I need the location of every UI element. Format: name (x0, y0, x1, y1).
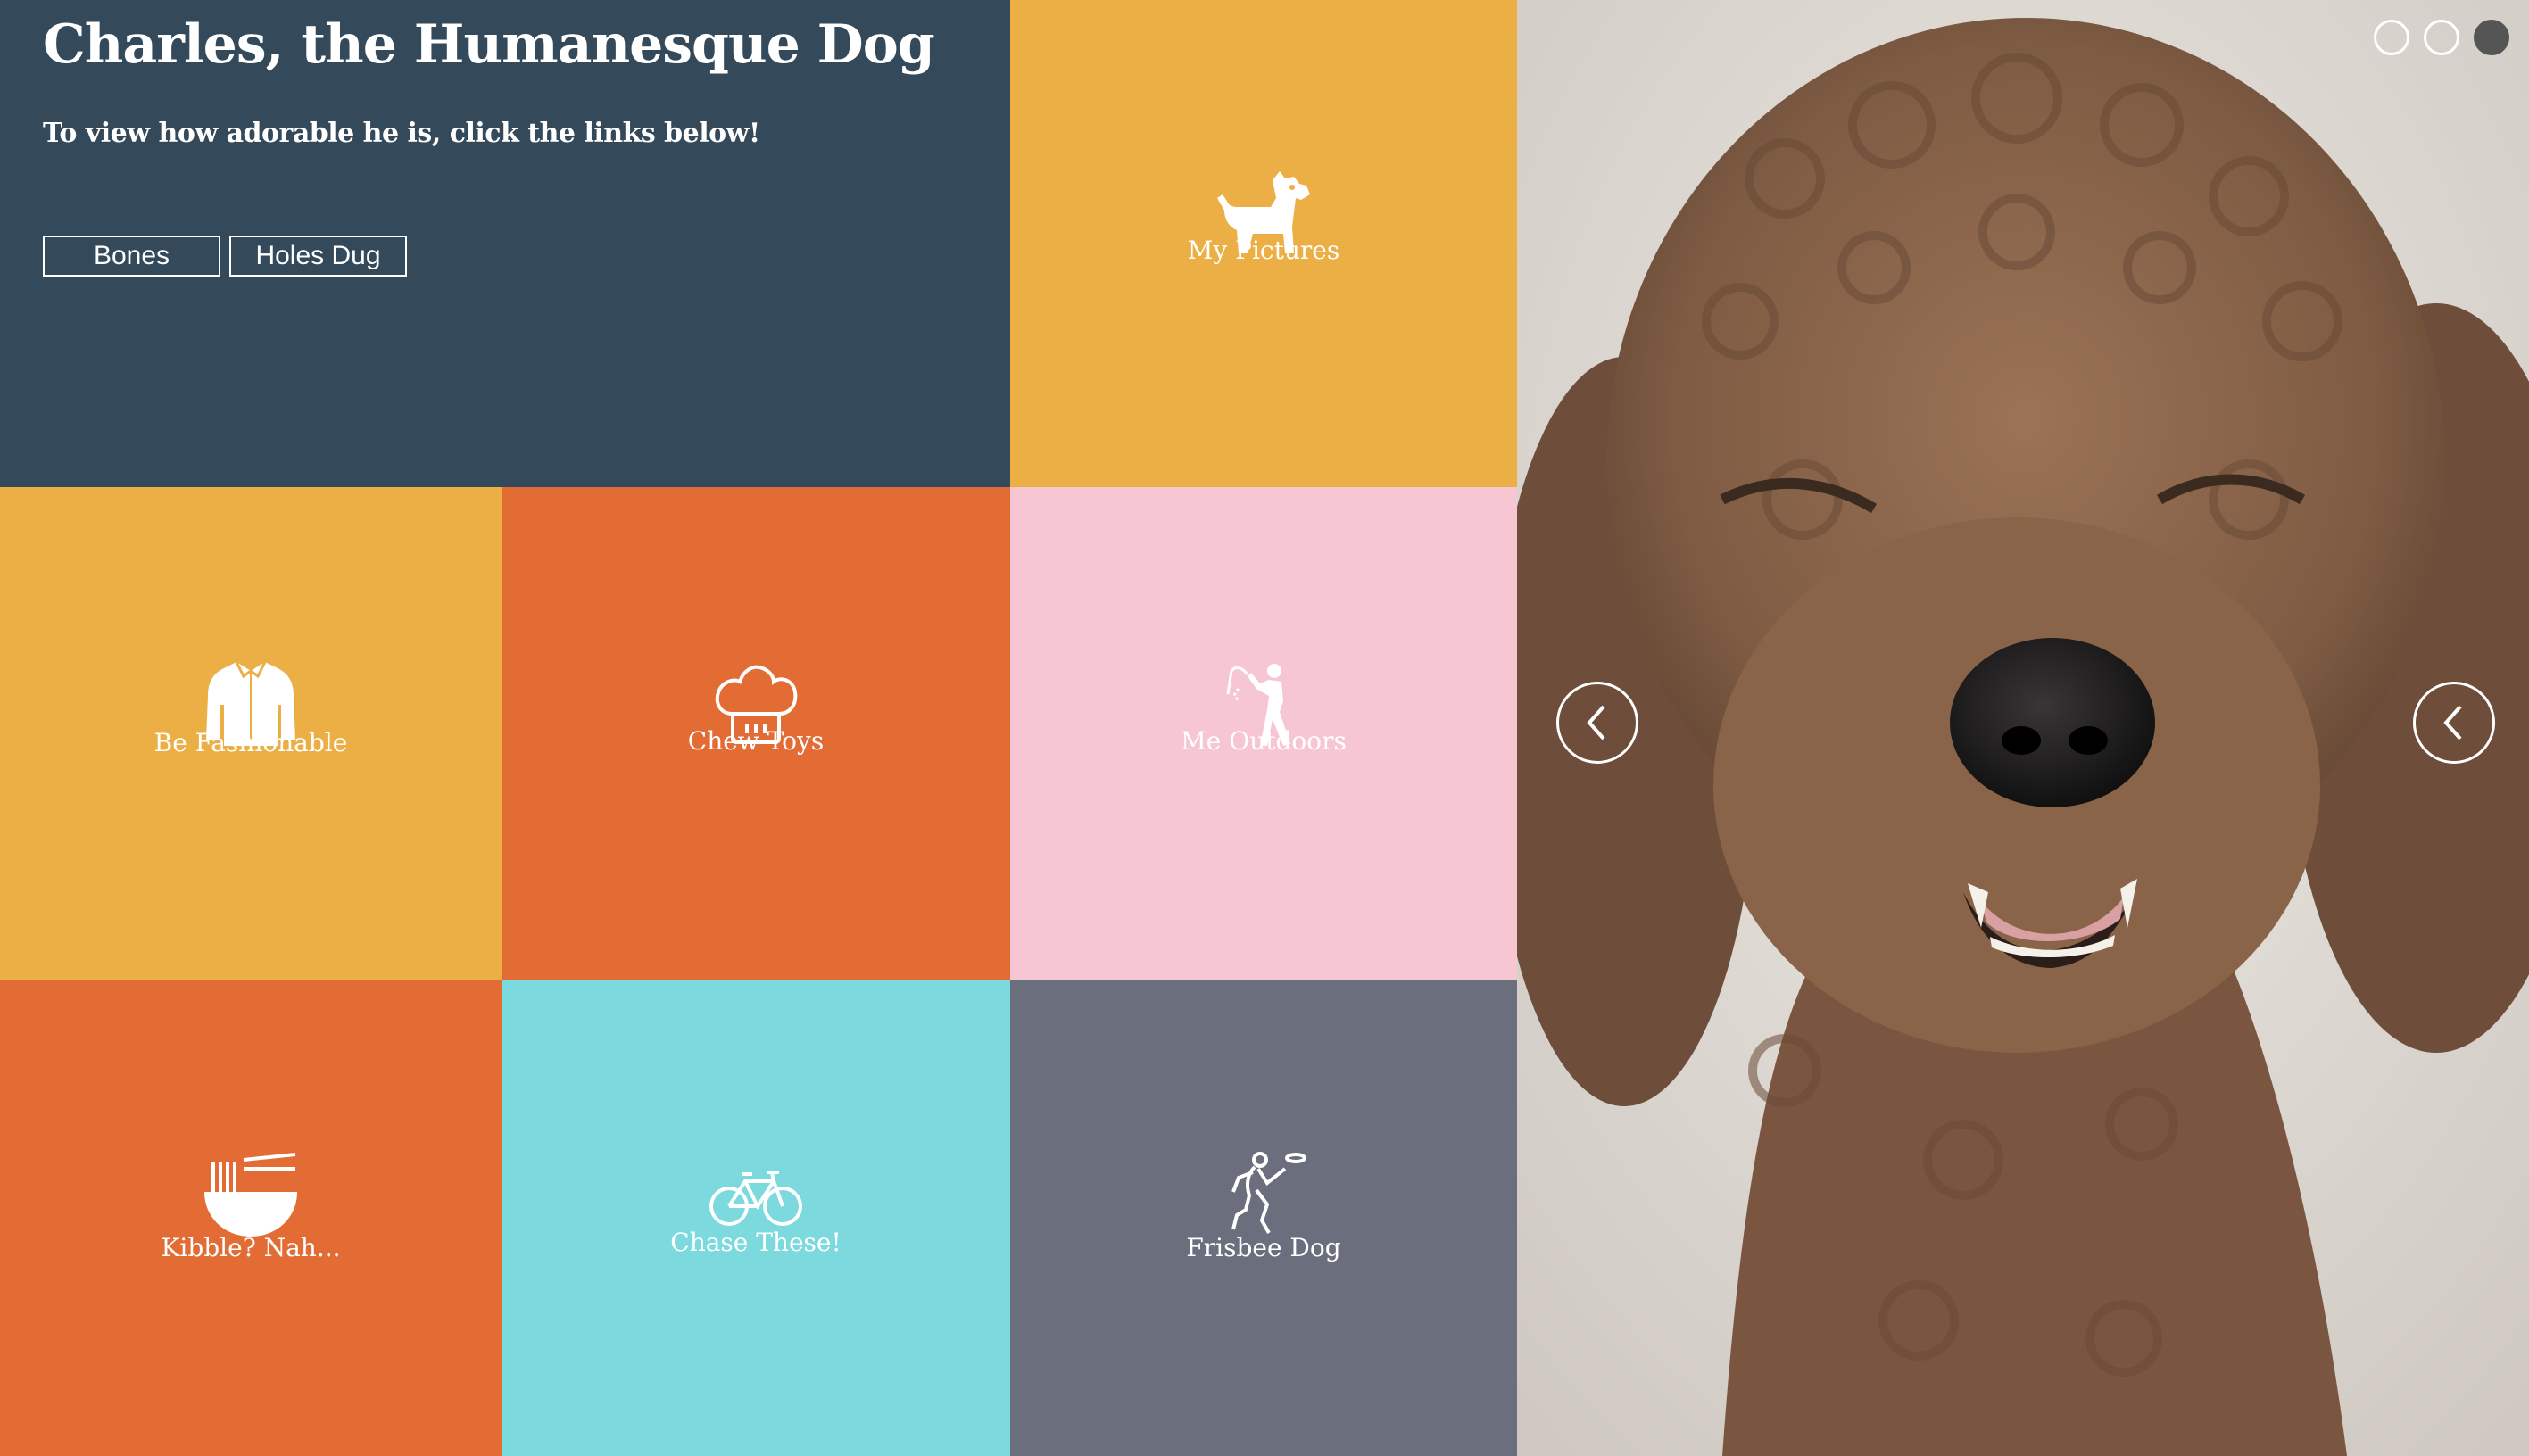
tile-chew-toys[interactable]: Chew Toys (502, 487, 1010, 980)
chevron-left-icon (2443, 705, 2462, 740)
poodle-photo (1517, 0, 2529, 1456)
holes-dug-button[interactable]: Holes Dug (229, 236, 407, 277)
page-title: Charles, the Humanesque Dog (43, 13, 935, 76)
bicycle-icon (709, 1171, 802, 1226)
chevron-left-icon (1587, 705, 1605, 740)
carousel-prev-button[interactable] (1556, 682, 1638, 764)
tile-frisbee-dog[interactable]: Frisbee Dog (1010, 980, 1517, 1456)
tile-my-pictures[interactable]: My Pictures (1010, 0, 1517, 487)
tile-label: Be Fashionable (153, 728, 348, 757)
carousel-dot-3[interactable] (2474, 20, 2509, 55)
carousel-dot-2[interactable] (2424, 20, 2459, 55)
tile-be-fashionable[interactable]: Be Fashionable (0, 487, 502, 980)
tile-label: Chew Toys (687, 726, 825, 756)
noodle-bowl-icon (204, 1153, 297, 1237)
bones-button[interactable]: Bones (43, 236, 220, 277)
carousel-next-button[interactable] (2413, 682, 2495, 764)
carousel-dot-1[interactable] (2374, 20, 2409, 55)
tile-chase-these[interactable]: Chase These! (502, 980, 1010, 1456)
page-subtitle: To view how adorable he is, click the li… (43, 118, 760, 149)
tile-me-outdoors[interactable]: Me Outdoors (1010, 487, 1517, 980)
tile-label: My Pictures (1187, 236, 1340, 265)
tile-label: Kibble? Nah... (161, 1233, 341, 1262)
header-panel: Charles, the Humanesque Dog To view how … (0, 0, 1010, 487)
tile-label: Me Outdoors (1181, 726, 1347, 756)
tile-kibble[interactable]: Kibble? Nah... (0, 980, 502, 1456)
tile-label: Chase These! (670, 1228, 842, 1257)
photo-carousel (1517, 0, 2529, 1456)
tile-label: Frisbee Dog (1186, 1233, 1341, 1262)
frisbee-player-icon (1231, 1152, 1306, 1234)
